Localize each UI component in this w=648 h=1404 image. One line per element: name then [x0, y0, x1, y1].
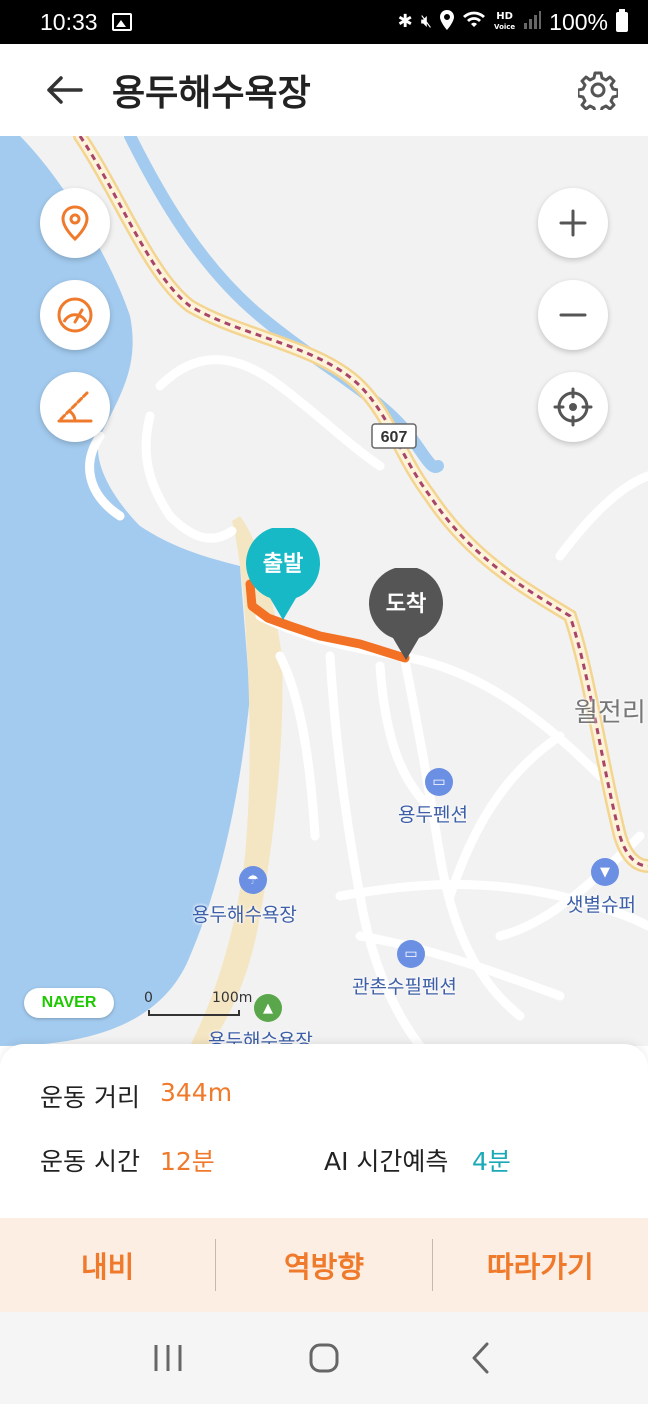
- recent-apps-icon: [154, 1345, 182, 1371]
- slope-icon: [57, 391, 93, 423]
- bluetooth-icon: ✱: [397, 11, 413, 32]
- battery-percent: 100%: [549, 8, 608, 35]
- zoom-in-button[interactable]: [538, 188, 608, 258]
- road-number-607: 607: [381, 429, 408, 446]
- crosshair-icon: [553, 387, 593, 427]
- settings-button[interactable]: [574, 66, 622, 114]
- poi-star-super[interactable]: 샛별슈퍼: [566, 890, 636, 917]
- stats-sheet: 운동 거리 344m 운동 시간 12분 AI 시간예측 4분: [0, 1044, 648, 1220]
- follow-button[interactable]: 따라가기: [433, 1218, 648, 1312]
- system-nav-bar: [0, 1312, 648, 1404]
- scale-distance: 100m: [212, 990, 253, 1006]
- place-pin-button[interactable]: [40, 188, 110, 258]
- distance-value: 344m: [160, 1078, 233, 1107]
- ai-prediction-value: 4분: [472, 1147, 511, 1176]
- naver-logo: NAVER: [24, 988, 114, 1018]
- start-pin[interactable]: 출발: [244, 526, 322, 620]
- minus-icon: [559, 313, 587, 317]
- end-pin-label: 도착: [385, 592, 427, 617]
- status-bar: 10:33 ✱ 🔇︎ HD Voice 100%: [0, 0, 648, 44]
- gallery-notification-icon: [111, 13, 132, 31]
- speedometer-icon: [57, 297, 93, 333]
- wifi-icon: [462, 10, 486, 34]
- map-scale: 0 100m: [144, 988, 264, 1018]
- plus-icon: [559, 209, 587, 237]
- battery-icon: [616, 9, 628, 32]
- scale-zero: 0: [144, 990, 153, 1006]
- map-canvas: 607: [0, 136, 648, 1046]
- lodging-poi-icon[interactable]: ▭: [425, 768, 453, 796]
- end-pin[interactable]: 도착: [367, 566, 445, 660]
- page-title: 용두해수욕장: [112, 73, 311, 114]
- poi-gwanchon-pension[interactable]: 관촌수필펜션: [352, 972, 457, 999]
- status-time: 10:33: [40, 8, 98, 35]
- zoom-out-button[interactable]: [538, 280, 608, 350]
- poi-yongdu-beach[interactable]: 용두해수욕장: [192, 900, 297, 927]
- gear-icon: [578, 71, 618, 110]
- start-pin-label: 출발: [262, 552, 304, 577]
- arrow-left-icon: [47, 76, 83, 104]
- recent-apps-button[interactable]: [138, 1328, 198, 1388]
- home-button[interactable]: [294, 1328, 354, 1388]
- home-icon: [309, 1343, 339, 1373]
- route-map[interactable]: 607 ▭ 용두펜션 ☂ 용두해수욕장 ▭ 관촌수필펜션 ▼ 샛별슈퍼 월전리 …: [0, 136, 648, 1046]
- status-icons: ✱ 🔇︎ HD Voice 100%: [398, 9, 628, 36]
- time-value: 12분: [160, 1147, 215, 1176]
- action-bar: 내비 역방향 따라가기: [0, 1218, 648, 1312]
- app-root: 10:33 ✱ 🔇︎ HD Voice 100% 용두해수욕장 607 ▭ 용두…: [0, 0, 648, 1404]
- lodging-poi-icon-2[interactable]: ▭: [397, 940, 425, 968]
- poi-yongdu-camp[interactable]: 용두해수욕장: [208, 1026, 313, 1046]
- system-back-button[interactable]: [450, 1328, 510, 1388]
- back-button[interactable]: [32, 58, 96, 122]
- ai-prediction-label: AI 시간예측: [324, 1147, 449, 1176]
- mute-icon: 🔇︎: [420, 11, 433, 32]
- time-label: 운동 시간: [40, 1147, 140, 1176]
- chevron-left-icon: [472, 1342, 489, 1374]
- speed-button[interactable]: [40, 280, 110, 350]
- area-woljeon: 월전리: [574, 698, 646, 728]
- navi-button[interactable]: 내비: [0, 1218, 215, 1312]
- location-pin-icon: [61, 205, 89, 241]
- shop-poi-icon[interactable]: ▼: [591, 858, 619, 886]
- location-icon: [440, 9, 455, 35]
- poi-yongdu-pension[interactable]: 용두펜션: [398, 800, 468, 827]
- distance-label: 운동 거리: [40, 1083, 140, 1112]
- reverse-route-button[interactable]: 역방향: [216, 1218, 431, 1312]
- beach-poi-icon[interactable]: ☂: [239, 866, 267, 894]
- app-header: 용두해수욕장: [0, 44, 648, 136]
- my-location-button[interactable]: [538, 372, 608, 442]
- hd-voice-icon: HD Voice: [494, 11, 516, 32]
- scale-bar: [148, 1010, 240, 1016]
- signal-icon: [523, 10, 542, 34]
- slope-button[interactable]: [40, 372, 110, 442]
